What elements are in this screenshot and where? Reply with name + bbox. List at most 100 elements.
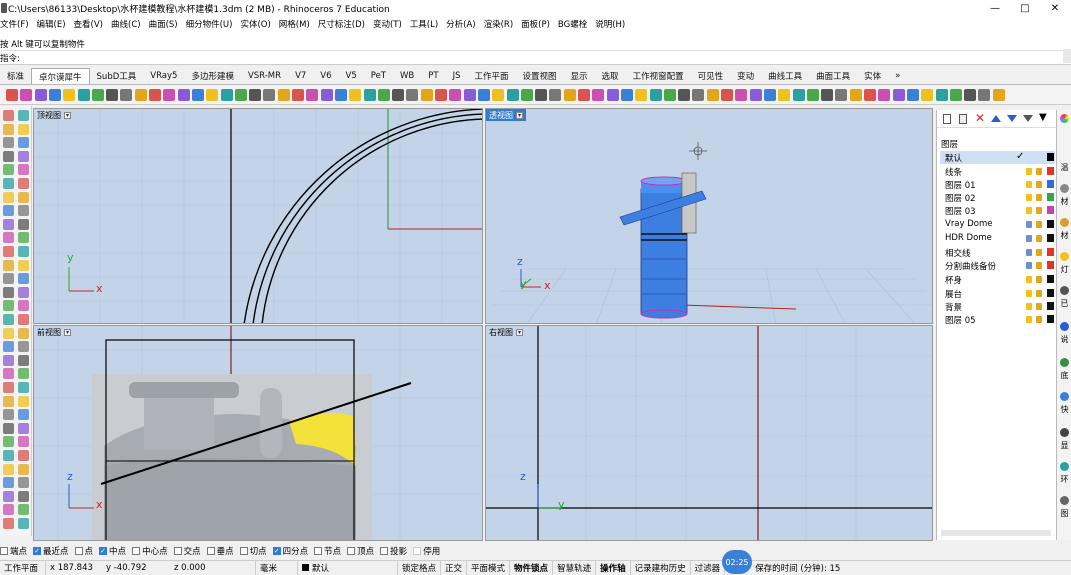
- panel-tab-ground[interactable]: 底: [1058, 370, 1071, 381]
- tool-palette-icon[interactable]: [18, 463, 29, 475]
- tab-visibility[interactable]: 可见性: [691, 68, 731, 84]
- toolbar-command-icon[interactable]: [220, 89, 233, 101]
- toolbar-command-icon[interactable]: [249, 89, 262, 101]
- toolbar-command-icon[interactable]: [477, 89, 490, 101]
- tool-palette-icon[interactable]: [3, 450, 14, 461]
- toolbar-command-icon[interactable]: [706, 89, 719, 101]
- menu-analyze[interactable]: 分析(A): [446, 18, 475, 30]
- toolbar-command-icon[interactable]: [406, 89, 419, 101]
- tool-palette-icon[interactable]: [3, 300, 14, 312]
- tool-palette-icon[interactable]: [18, 232, 29, 244]
- selection-filter[interactable]: 过滤器: [691, 560, 726, 575]
- tool-palette-icon[interactable]: [18, 518, 29, 529]
- toolbar-command-icon[interactable]: [349, 89, 362, 101]
- toolbar-command-icon[interactable]: [678, 89, 691, 101]
- lock-icon[interactable]: [1036, 181, 1042, 188]
- tool-palette-icon[interactable]: [18, 218, 29, 230]
- osnap-quad[interactable]: ✓ 四分点: [272, 545, 308, 557]
- tab-pt[interactable]: PT: [421, 68, 445, 84]
- toolbar-command-icon[interactable]: [363, 89, 376, 101]
- tool-palette-icon[interactable]: [3, 368, 14, 380]
- layer-color-swatch[interactable]: [1047, 289, 1054, 297]
- material-icon[interactable]: [1060, 184, 1069, 193]
- toolbar-command-icon[interactable]: [177, 89, 190, 101]
- toolbar-command-icon[interactable]: [806, 89, 819, 101]
- layer-row[interactable]: 杯身: [940, 273, 1055, 286]
- osnap-vertex[interactable]: 顶点: [347, 545, 374, 557]
- tool-palette-icon[interactable]: [18, 354, 29, 366]
- checkbox[interactable]: [206, 547, 215, 555]
- menu-help[interactable]: 说明(H): [595, 18, 625, 30]
- tool-palette-icon[interactable]: [18, 246, 29, 257]
- tool-palette-icon[interactable]: [3, 178, 14, 189]
- tool-palette-icon[interactable]: [3, 490, 14, 502]
- tool-palette-icon[interactable]: [18, 504, 29, 516]
- lightbulb-icon[interactable]: [1026, 290, 1032, 297]
- cplane-indicator[interactable]: 工作平面: [0, 560, 46, 575]
- tab-js[interactable]: JS: [446, 68, 468, 84]
- toolbar-command-icon[interactable]: [20, 89, 33, 101]
- toolbar-command-icon[interactable]: [763, 89, 776, 101]
- toolbar-command-icon[interactable]: [635, 89, 648, 101]
- toolbar-command-icon[interactable]: [306, 89, 319, 101]
- menu-panels[interactable]: 面板(P): [521, 18, 550, 30]
- tool-palette-icon[interactable]: [3, 246, 14, 257]
- toolbar-command-icon[interactable]: [106, 89, 119, 101]
- toolbar-command-icon[interactable]: [778, 89, 791, 101]
- toggle-osnap[interactable]: 物件锁点: [510, 560, 554, 575]
- osnap-intersection[interactable]: 交点: [173, 545, 201, 557]
- snapshot-icon[interactable]: [1060, 392, 1069, 401]
- checkbox[interactable]: [132, 547, 141, 555]
- toolbar-command-icon[interactable]: [120, 89, 133, 101]
- toolbar-command-icon[interactable]: [277, 89, 290, 101]
- menu-curve[interactable]: 曲线(C): [111, 18, 141, 30]
- menu-transform[interactable]: 变动(T): [373, 18, 402, 30]
- toolbar-command-icon[interactable]: [578, 89, 590, 101]
- viewport-menu-arrow-icon[interactable]: ▾: [516, 111, 523, 119]
- lightbulb-icon[interactable]: [1026, 168, 1032, 175]
- toolbar-command-icon[interactable]: [334, 89, 347, 101]
- tool-palette-icon[interactable]: [3, 314, 14, 325]
- tool-palette-icon[interactable]: [3, 504, 14, 516]
- toolbar-command-icon[interactable]: [735, 89, 748, 101]
- toolbar-command-icon[interactable]: [721, 89, 733, 101]
- layer-color-swatch[interactable]: [1047, 193, 1054, 201]
- tab-cplane[interactable]: 工作平面: [468, 68, 516, 84]
- layer-color-swatch[interactable]: [1047, 234, 1054, 242]
- toolbar-command-icon[interactable]: [263, 89, 276, 101]
- toolbar-command-icon[interactable]: [992, 89, 1005, 101]
- environment-icon[interactable]: [1060, 462, 1069, 471]
- lightbulb-off-icon[interactable]: [1026, 262, 1032, 269]
- tab-curve-tools[interactable]: 曲线工具: [761, 68, 809, 84]
- osnap-tangent[interactable]: 切点: [239, 545, 267, 557]
- layer-color-swatch[interactable]: [1047, 261, 1054, 269]
- lock-icon[interactable]: [1036, 262, 1042, 269]
- lightbulb-icon[interactable]: [1026, 276, 1032, 283]
- viewport-right-title[interactable]: 右视图 ▾: [486, 326, 526, 338]
- panel-tab-lights[interactable]: 灯: [1058, 264, 1071, 275]
- toolbar-command-icon[interactable]: [234, 89, 247, 101]
- viewport-menu-arrow-icon[interactable]: ▾: [64, 328, 71, 336]
- tool-palette-icon[interactable]: [3, 273, 14, 285]
- toolbar-command-icon[interactable]: [48, 89, 61, 101]
- tab-select[interactable]: 选取: [595, 68, 626, 84]
- viewport-menu-arrow-icon[interactable]: ▾: [516, 328, 523, 336]
- command-scrollbar[interactable]: [1063, 49, 1071, 63]
- tool-palette-icon[interactable]: [3, 218, 14, 230]
- tab-solid-tools[interactable]: 实体: [857, 68, 888, 84]
- tab-wb[interactable]: WB: [393, 68, 421, 84]
- help-icon[interactable]: [1060, 322, 1069, 331]
- lock-icon[interactable]: [1036, 221, 1042, 228]
- layer-row[interactable]: 图层 05: [940, 313, 1055, 326]
- tab-display[interactable]: 显示: [564, 68, 595, 84]
- new-sublayer-icon[interactable]: [959, 114, 967, 124]
- toolbar-command-icon[interactable]: [663, 89, 676, 101]
- menu-view[interactable]: 查看(V): [74, 18, 103, 30]
- tool-palette-icon[interactable]: [18, 490, 29, 502]
- layer-row[interactable]: 图层 01: [940, 178, 1055, 191]
- toggle-planar[interactable]: 平面模式: [467, 560, 511, 575]
- osnap-point[interactable]: 点: [74, 545, 93, 557]
- toolbar-command-icon[interactable]: [749, 89, 762, 101]
- toggle-grid-snap[interactable]: 锁定格点: [398, 560, 442, 575]
- tab-set-view[interactable]: 设置视图: [516, 68, 564, 84]
